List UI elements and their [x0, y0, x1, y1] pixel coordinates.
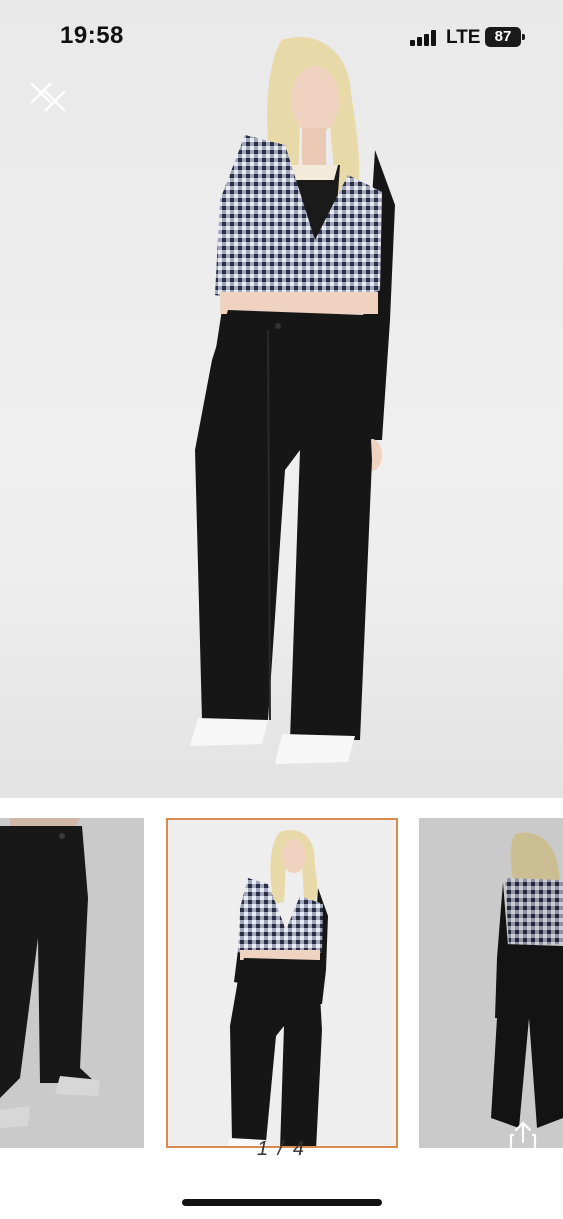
battery-indicator: 87	[485, 27, 525, 47]
signal-strength-icon	[410, 30, 438, 46]
product-hero-image[interactable]	[0, 0, 563, 798]
status-bar: 19:58 LTE 87	[0, 0, 563, 72]
thumbnail-strip	[0, 818, 563, 1150]
thumbnail-front-view-selected[interactable]	[166, 818, 398, 1148]
status-time: 19:58	[60, 22, 124, 49]
share-icon	[509, 1121, 537, 1154]
close-button[interactable]	[28, 80, 70, 116]
thumbnail-side-view[interactable]	[419, 818, 563, 1148]
thumbnail-image	[168, 820, 396, 1146]
home-indicator[interactable]	[182, 1199, 382, 1206]
network-type: LTE	[446, 27, 481, 48]
thumbnail-dim-overlay	[0, 818, 144, 1148]
thumbnail-dim-overlay	[419, 818, 563, 1148]
thumbnail-trousers-closeup[interactable]	[0, 818, 144, 1148]
gallery-page-indicator: 1 / 4	[257, 1138, 306, 1160]
model-figure-image	[190, 37, 395, 764]
close-icon	[30, 82, 66, 112]
share-button[interactable]	[508, 1120, 538, 1154]
